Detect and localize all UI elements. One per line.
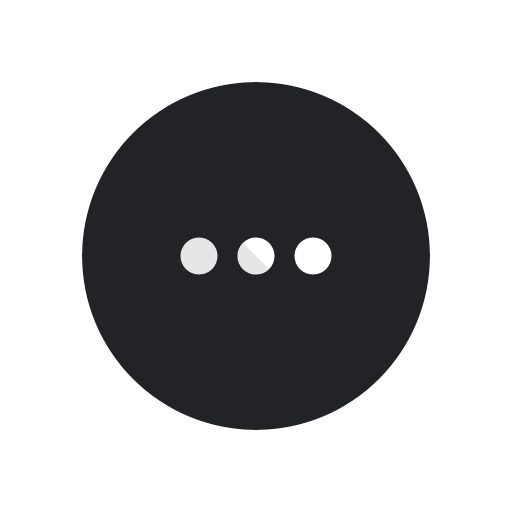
dot-right: [294, 237, 332, 275]
icon-canvas: [0, 0, 512, 512]
dot-left: [180, 237, 218, 275]
more-options-button[interactable]: [82, 82, 430, 430]
more-horizontal-icon: [82, 82, 430, 430]
dot-middle: [237, 237, 275, 275]
